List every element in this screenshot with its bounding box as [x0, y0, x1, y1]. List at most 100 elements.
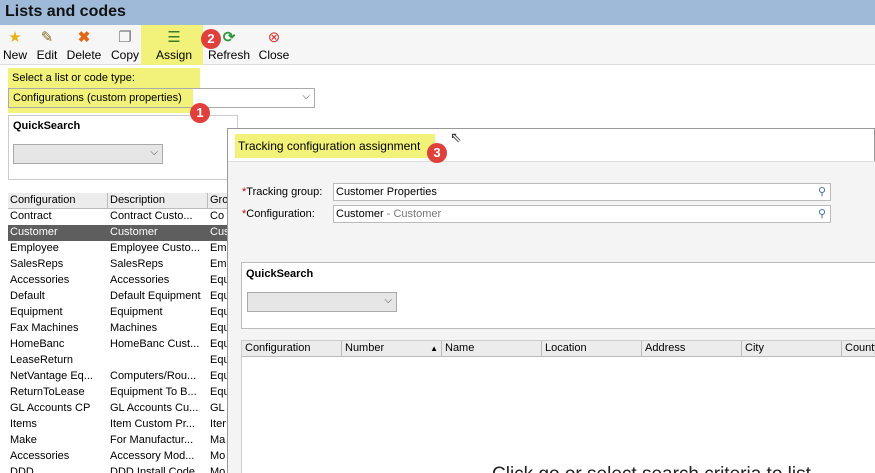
list-cell: Customer [10, 226, 58, 238]
chevron-down-icon: ⌵ [384, 295, 392, 306]
column-header-name[interactable]: Name [442, 341, 542, 357]
list-cell: Accessories [10, 450, 70, 462]
list-cell: Accessories [10, 274, 70, 286]
close-circle-icon: ⊗ [267, 29, 281, 46]
list-row[interactable]: SalesReps SalesReps Em [8, 257, 228, 273]
list-cell: Fax Machines [10, 322, 79, 334]
list-type-select[interactable]: Configurations (custom properties) ⌵ [8, 88, 315, 108]
list-cell: Default Equipment [110, 290, 201, 302]
copy-icon: ❐ [118, 29, 132, 46]
toolbar: ★ New ✎ Edit ✖ Delete ❐ Copy [0, 25, 875, 65]
list-type-value: Configurations (custom properties) [13, 92, 182, 104]
copy-button[interactable]: ❐ Copy [108, 25, 142, 65]
list-cell: Equipment [110, 306, 163, 318]
list-row[interactable]: Items Item Custom Pr... Iter [8, 417, 228, 433]
list-cell: Default [10, 290, 45, 302]
list-header: Configuration Description Gro [8, 193, 228, 209]
list-row[interactable]: Customer Customer Cus [8, 225, 228, 241]
list-row[interactable]: Accessories Accessory Mod... Mo [8, 449, 228, 465]
list-cell: LeaseReturn [10, 354, 73, 366]
list-row[interactable]: NetVantage Eq... Computers/Rou... Equ [8, 369, 228, 385]
quicksearch-panel: QuickSearch ⌵ [8, 115, 238, 180]
list-cell: Equipment To B... [110, 386, 197, 398]
annotation-badge-3: 3 [427, 143, 447, 163]
tracking-group-value: Customer Properties [336, 186, 437, 198]
configuration-field[interactable]: Customer - Customer ⚲ [333, 205, 831, 223]
list-row[interactable]: Contract Contract Custo... Co [8, 209, 228, 225]
quicksearch-dropdown[interactable]: ⌵ [13, 144, 163, 164]
list-cell: Make [10, 434, 37, 446]
column-header-location[interactable]: Location [542, 341, 642, 357]
search-icon[interactable]: ⚲ [818, 206, 826, 222]
list-row[interactable]: Equipment Equipment Equ [8, 305, 228, 321]
list-cell: Equ [210, 354, 228, 366]
dialog-quicksearch-dropdown[interactable]: ⌵ [247, 292, 397, 312]
column-header-description[interactable]: Description [108, 193, 208, 209]
list-cell: HomeBanc Cust... [110, 338, 200, 350]
list-row[interactable]: GL Accounts CP GL Accounts Cu... GL [8, 401, 228, 417]
list-cell: Customer [110, 226, 158, 238]
assign-stack-icon: ☰ [167, 29, 181, 46]
chevron-down-icon: ⌵ [302, 91, 310, 102]
mouse-cursor-icon: ⇖ [450, 129, 462, 145]
list-cell: Cus [210, 226, 228, 238]
list-cell: Em [210, 258, 227, 270]
configuration-value: Customer [336, 208, 384, 220]
new-button[interactable]: ★ New [1, 25, 29, 65]
search-icon[interactable]: ⚲ [818, 184, 826, 200]
tracking-group-field[interactable]: Customer Properties ⚲ [333, 183, 831, 201]
list-cell: Em [210, 242, 227, 254]
window-titlebar: Lists and codes [0, 0, 875, 25]
list-cell: Employee [10, 242, 59, 254]
delete-x-icon: ✖ [77, 29, 91, 46]
list-cell: HomeBanc [10, 338, 65, 350]
list-cell: GL [210, 402, 225, 414]
configuration-sub: - Customer [383, 208, 442, 220]
column-header-configuration[interactable]: Configuration [242, 341, 342, 357]
list-row[interactable]: Fax Machines Machines Equ [8, 321, 228, 337]
dialog-quicksearch-panel: QuickSearch ⌵ [241, 262, 875, 329]
list-cell: Mo [210, 466, 226, 473]
list-row[interactable]: HomeBanc HomeBanc Cust... Equ [8, 337, 228, 353]
list-cell: ReturnToLease [10, 386, 85, 398]
list-cell: For Manufactur... [110, 434, 194, 446]
edit-button[interactable]: ✎ Edit [34, 25, 60, 65]
selector-label: Select a list or code type: [12, 72, 135, 84]
list-cell: Employee Custo... [110, 242, 200, 254]
list-cell: Items [10, 418, 37, 430]
list-cell: Equipment [10, 306, 63, 318]
dialog-results-grid: Configuration Number ▲ Name Location Addr… [241, 340, 875, 473]
assign-button[interactable]: ☰ Assign [153, 25, 195, 65]
quicksearch-title: QuickSearch [13, 120, 81, 132]
column-header-group[interactable]: Gro [208, 193, 228, 209]
list-cell: Equ [210, 274, 228, 286]
column-header-county[interactable]: County [842, 341, 875, 357]
annotation-badge-1: 1 [190, 103, 210, 123]
dialog-quicksearch-title: QuickSearch [246, 268, 314, 280]
list-row[interactable]: Accessories Accessories Equ [8, 273, 228, 289]
list-row[interactable]: Employee Employee Custo... Em [8, 241, 228, 257]
list-row[interactable]: Default Default Equipment Equ [8, 289, 228, 305]
list-cell: DDD Install Code [110, 466, 195, 473]
list-row[interactable]: LeaseReturn Equ [8, 353, 228, 369]
tracking-assignment-dialog: Tracking configuration assignment *Track… [227, 128, 875, 473]
close-button[interactable]: ⊗ Close [257, 25, 291, 65]
column-header-city[interactable]: City [742, 341, 842, 357]
list-cell: NetVantage Eq... [10, 370, 93, 382]
column-header-address[interactable]: Address [642, 341, 742, 357]
list-cell [108, 353, 208, 369]
list-row[interactable]: Make For Manufactur... Ma [8, 433, 228, 449]
column-header-number[interactable]: Number ▲ [342, 341, 442, 357]
list-cell: Accessories [110, 274, 170, 286]
list-cell: Equ [210, 386, 228, 398]
list-cell: Mo [210, 450, 226, 462]
list-row[interactable]: DDD DDD Install Code Mo [8, 465, 228, 473]
list-row[interactable]: ReturnToLease Equipment To B... Equ [8, 385, 228, 401]
column-header-configuration[interactable]: Configuration [8, 193, 108, 209]
list-cell: Equ [210, 322, 228, 334]
configuration-list: Configuration Description Gro Contract Co… [8, 193, 228, 473]
annotation-badge-2: 2 [201, 29, 221, 49]
list-cell: Equ [210, 338, 228, 350]
list-cell: Equ [210, 290, 228, 302]
delete-button[interactable]: ✖ Delete [65, 25, 103, 65]
